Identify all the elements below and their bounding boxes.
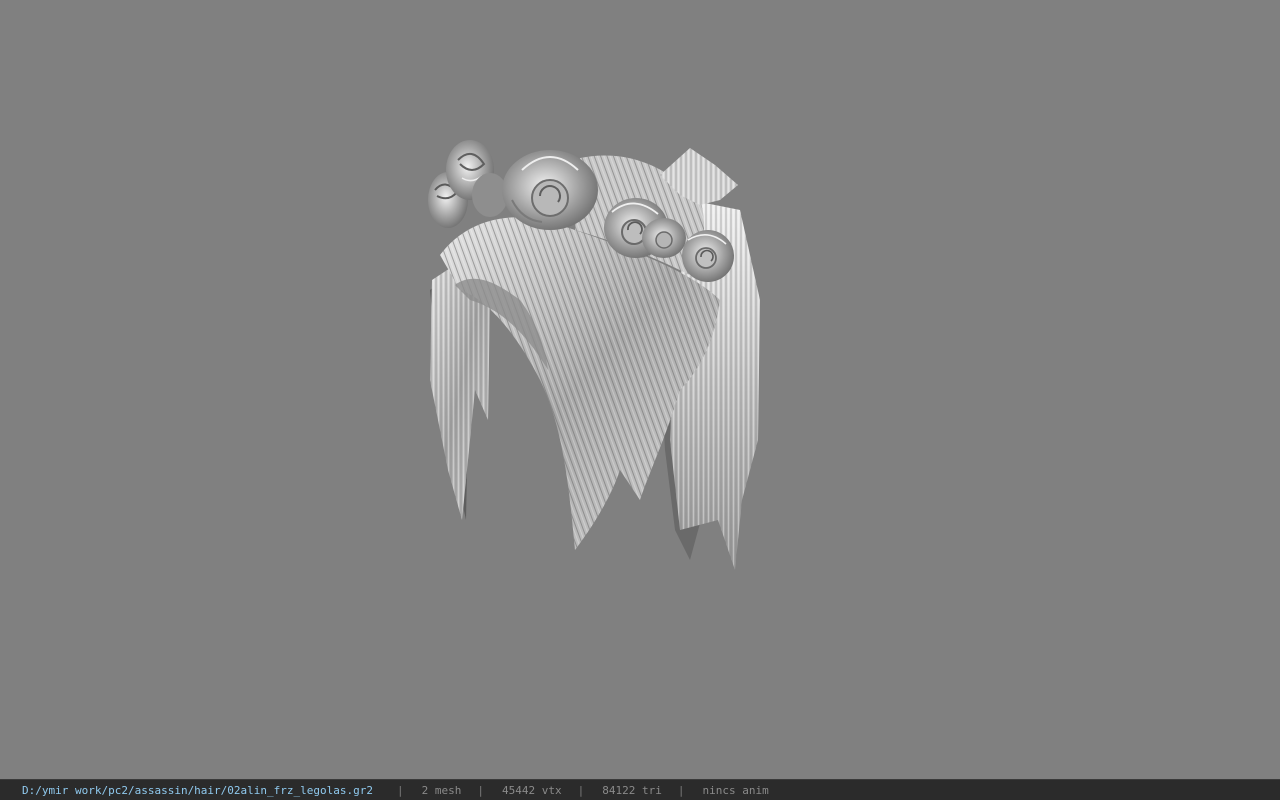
- status-separator: |: [577, 783, 585, 797]
- vertex-count-label: 45442 vtx: [502, 783, 562, 797]
- 3d-viewport[interactable]: [0, 0, 1280, 779]
- status-separator: |: [397, 783, 404, 797]
- file-path-label: D:/ymir work/pc2/assassin/hair/02alin_fr…: [22, 783, 373, 797]
- mesh-count-label: 2 mesh: [421, 783, 462, 797]
- status-separator: |: [677, 783, 685, 797]
- anim-status-label: nincs anim: [702, 783, 769, 797]
- triangle-count-label: 84122 tri: [602, 783, 662, 797]
- status-bar: D:/ymir work/pc2/assassin/hair/02alin_fr…: [0, 779, 1280, 800]
- status-separator: |: [477, 783, 484, 797]
- hair-model-render[interactable]: [0, 0, 1280, 779]
